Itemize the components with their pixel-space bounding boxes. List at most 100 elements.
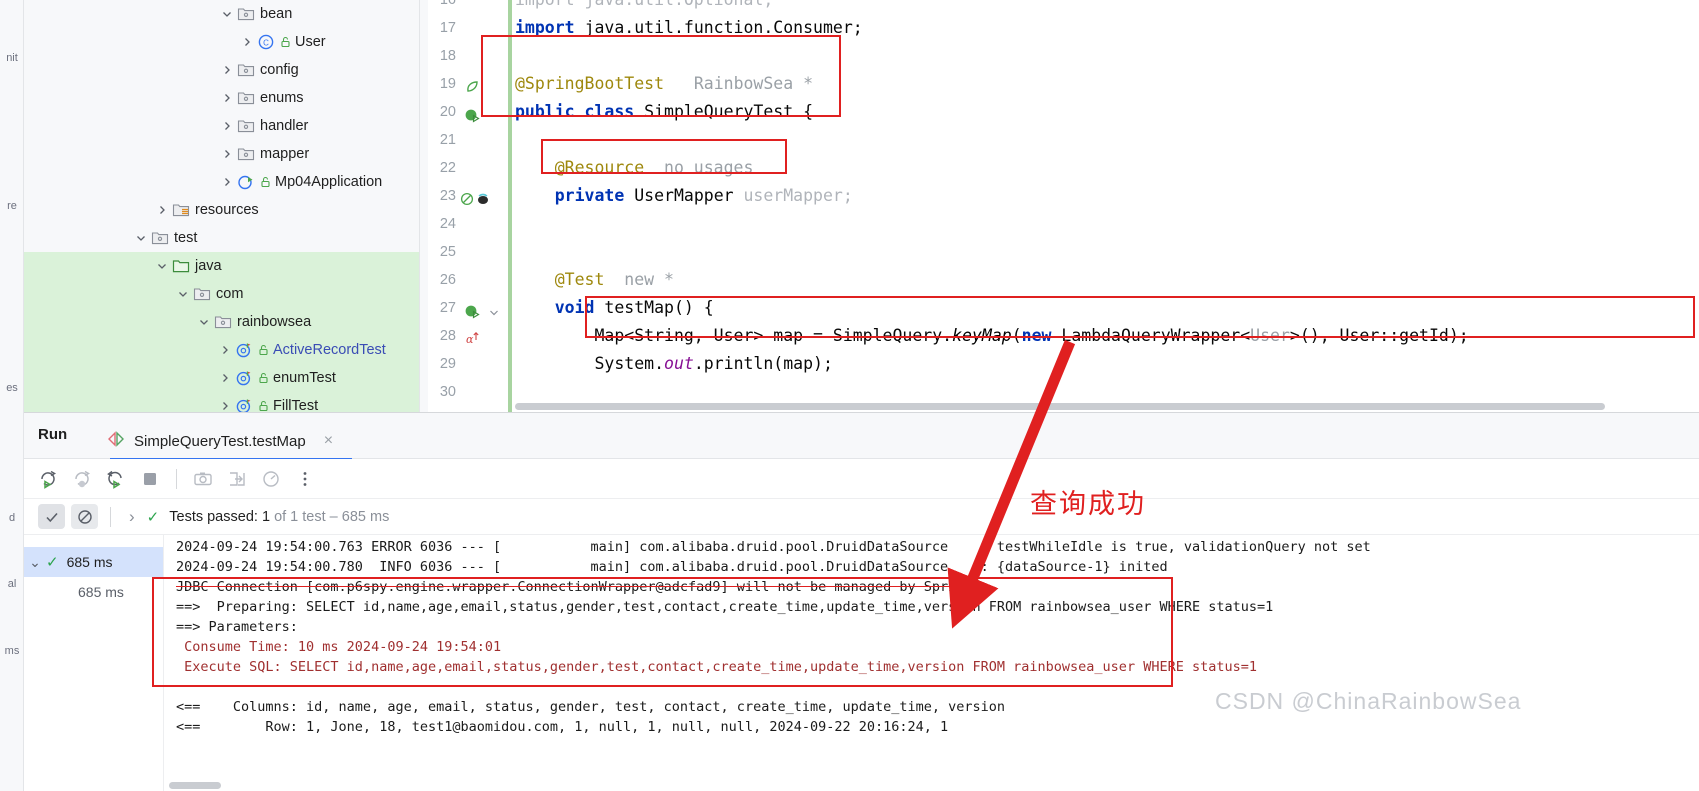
tree-item-filltest[interactable]: FillTest — [24, 392, 419, 412]
tree-item-com[interactable]: com — [24, 280, 419, 308]
code-line[interactable]: 21 — [420, 126, 1699, 154]
tree-item-label: handler — [260, 118, 308, 134]
code-token: import java.util.Optional; — [515, 0, 773, 9]
code-text: private UserMapper userMapper; — [515, 182, 853, 210]
chevron-right-icon[interactable] — [155, 203, 169, 217]
run-toolbar[interactable] — [24, 459, 1699, 499]
screenshot-icon[interactable] — [193, 469, 213, 489]
line-number: 23 — [420, 182, 456, 210]
rerun-failed-icon[interactable] — [72, 469, 92, 489]
left-tool-strip: nit re es d al ms — [0, 0, 24, 791]
tree-item-label: Mp04Application — [275, 174, 382, 190]
rerun-icon[interactable] — [38, 469, 58, 489]
chevron-down-icon[interactable]: ⌄ — [24, 554, 46, 571]
code-line[interactable]: 30 — [420, 378, 1699, 406]
tree-item-resources[interactable]: resources — [24, 196, 419, 224]
chevron-right-icon[interactable] — [218, 371, 232, 385]
code-line[interactable]: 24 — [420, 210, 1699, 238]
code-line[interactable]: 25 — [420, 238, 1699, 266]
code-line[interactable]: 20public class SimpleQueryTest { — [420, 98, 1699, 126]
chevron-down-icon[interactable] — [155, 259, 169, 273]
code-line[interactable]: 29 System.out.println(map); — [420, 350, 1699, 378]
line-number: 19 — [420, 70, 456, 98]
tree-item-test[interactable]: test — [24, 224, 419, 252]
chevron-right-icon[interactable] — [220, 91, 234, 105]
code-line[interactable]: 22 @Resource no usages — [420, 154, 1699, 182]
tree-item-label: test — [174, 230, 197, 246]
watermark-text: CSDN @ChinaRainbowSea — [1215, 688, 1521, 715]
code-line[interactable]: 28ɑ Map<String, User> map = SimpleQuery.… — [420, 322, 1699, 350]
line-number: 28 — [420, 322, 456, 350]
folder-icon — [237, 145, 255, 163]
close-icon[interactable]: × — [324, 432, 333, 450]
annotation-success-text: 查询成功 — [1030, 482, 1146, 521]
run-tab-simplequerytest[interactable]: SimpleQueryTest.testMap × — [106, 423, 333, 459]
profiler-icon[interactable] — [261, 469, 281, 489]
chevron-down-icon[interactable] — [220, 7, 234, 21]
line-number: 29 — [420, 350, 456, 378]
code-token: public class — [515, 102, 644, 121]
show-passed-icon[interactable] — [38, 504, 65, 529]
folder-icon — [214, 313, 232, 331]
tree-item-activerecordtest[interactable]: ActiveRecordTest — [24, 336, 419, 364]
tree-item-config[interactable]: config — [24, 56, 419, 84]
check-icon: ✓ — [46, 553, 59, 571]
code-token: LambdaQueryWrapper< — [1061, 326, 1250, 345]
left-strip-label: re — [0, 200, 24, 212]
tree-item-enums[interactable]: enums — [24, 84, 419, 112]
test-duration-label: 685 ms — [67, 554, 113, 570]
tree-item-label: bean — [260, 6, 292, 22]
hide-ignored-icon[interactable] — [71, 504, 98, 529]
test-tree-item[interactable]: ⌄ ✓ 685 ms — [24, 547, 163, 577]
code-line[interactable]: 16 import java.util.Optional; — [420, 0, 1699, 14]
run-window-title: Run — [38, 426, 67, 443]
toggle-auto-test-icon[interactable] — [106, 469, 126, 489]
chevron-right-icon[interactable] — [220, 175, 234, 189]
chevron-down-icon[interactable] — [197, 315, 211, 329]
tree-item-bean[interactable]: bean — [24, 0, 419, 28]
chevron-down-icon[interactable] — [134, 231, 148, 245]
line-number: 26 — [420, 266, 456, 294]
console-line: 2024-09-24 19:54:00.763 ERROR 6036 --- [… — [176, 537, 1371, 557]
chevron-right-icon[interactable] — [220, 63, 234, 77]
chevron-right-icon[interactable] — [220, 147, 234, 161]
code-line[interactable]: 23 private UserMapper userMapper; — [420, 182, 1699, 210]
code-line[interactable]: 17import java.util.function.Consumer; — [420, 14, 1699, 42]
tree-item-enumtest[interactable]: enumTest — [24, 364, 419, 392]
chevron-down-icon[interactable] — [176, 287, 190, 301]
tree-item-rainbowsea[interactable]: rainbowsea — [24, 308, 419, 336]
tree-item-mapper[interactable]: mapper — [24, 140, 419, 168]
left-strip-label: d — [0, 512, 24, 524]
tree-item-java[interactable]: java — [24, 252, 419, 280]
chevron-right-icon[interactable] — [240, 35, 254, 49]
test-status-prefix: Tests passed: — [169, 509, 258, 525]
chevron-right-icon[interactable] — [220, 119, 234, 133]
line-number: 16 — [420, 0, 456, 14]
console-horizontal-scrollbar[interactable] — [169, 782, 221, 789]
unlock-icon — [258, 344, 269, 356]
svg-text:ɑ: ɑ — [466, 333, 474, 346]
stop-icon[interactable] — [140, 469, 160, 489]
tree-item-user[interactable]: CUser — [24, 28, 419, 56]
code-line[interactable]: 19@SpringBootTest RainbowSea * — [420, 70, 1699, 98]
expand-results-icon[interactable]: › — [123, 507, 141, 527]
chevron-right-icon[interactable] — [218, 399, 232, 412]
editor-horizontal-scrollbar[interactable] — [515, 403, 1605, 410]
console-output[interactable]: 2024-09-24 19:54:00.763 ERROR 6036 --- [… — [164, 535, 1699, 791]
folder-icon — [237, 5, 255, 23]
tree-item-label: FillTest — [273, 398, 318, 412]
more-options-icon[interactable] — [295, 469, 315, 489]
tree-item-handler[interactable]: handler — [24, 112, 419, 140]
test-tree-item[interactable]: 685 ms — [24, 577, 163, 607]
code-editor[interactable]: 16 import java.util.Optional; 17import jav… — [420, 0, 1699, 412]
code-line[interactable]: 26 @Test new * — [420, 266, 1699, 294]
export-icon[interactable] — [227, 469, 247, 489]
code-line[interactable]: 27 void testMap() { — [420, 294, 1699, 322]
code-line[interactable]: 18 — [420, 42, 1699, 70]
chevron-right-icon[interactable] — [218, 343, 232, 357]
console-line: ==> Preparing: SELECT id,name,age,email,… — [176, 597, 1273, 617]
test-tree[interactable]: ⌄ ✓ 685 ms 685 ms — [24, 535, 164, 791]
code-token: User — [1250, 326, 1290, 345]
project-tree-panel[interactable]: bean CUserconfigenums handler mapper Mp04App… — [24, 0, 420, 412]
tree-item-mp04application[interactable]: Mp04Application — [24, 168, 419, 196]
